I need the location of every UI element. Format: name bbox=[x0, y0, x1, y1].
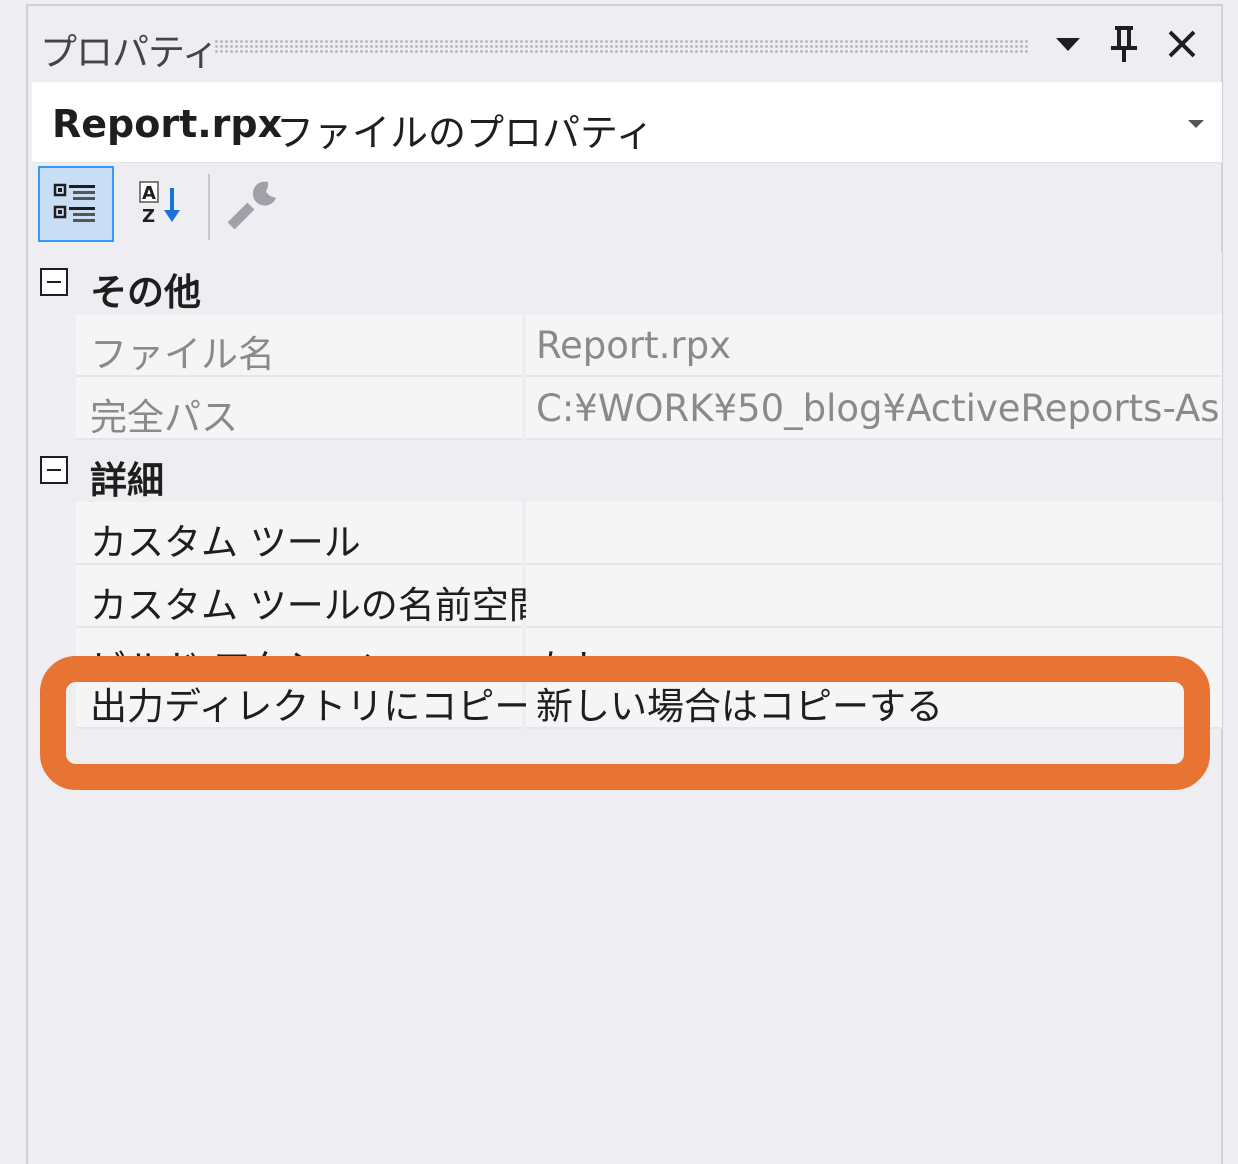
property-row-custom-tool-namespace[interactable]: カスタム ツールの名前空間 bbox=[28, 565, 1222, 628]
object-selector-dropdown[interactable]: Report.rpx ファイルのプロパティ bbox=[32, 82, 1222, 163]
property-value-cell[interactable] bbox=[526, 502, 1222, 565]
categorized-button[interactable] bbox=[38, 166, 114, 242]
svg-text:A: A bbox=[142, 183, 156, 204]
collapse-icon[interactable] bbox=[40, 268, 68, 296]
category-label: その他 bbox=[90, 271, 201, 314]
window-position-button[interactable] bbox=[1048, 22, 1088, 66]
highlight-box bbox=[40, 656, 1210, 790]
property-name: カスタム ツール bbox=[90, 521, 361, 564]
properties-toolbar: A Z bbox=[32, 166, 1222, 250]
selected-object-name: Report.rpx bbox=[52, 102, 283, 146]
close-button[interactable] bbox=[1162, 22, 1202, 66]
alphabetical-button[interactable]: A Z bbox=[122, 166, 198, 242]
property-value-cell[interactable]: C:¥WORK¥50_blog¥ActiveReports-Asp bbox=[526, 377, 1222, 440]
property-name-cell: 完全パス bbox=[76, 377, 522, 440]
categorized-view-icon bbox=[53, 183, 95, 222]
category-details[interactable]: 詳細 bbox=[28, 440, 1222, 502]
property-name-cell: カスタム ツール bbox=[76, 502, 522, 565]
properties-panel: プロパティ Report.rpx ファイルのプロパティ A Z その他 ファイル… bbox=[26, 4, 1223, 1164]
property-name: カスタム ツールの名前空間 bbox=[90, 584, 546, 627]
triangle-down-icon bbox=[1056, 38, 1080, 51]
property-row-custom-tool[interactable]: カスタム ツール bbox=[28, 502, 1222, 565]
category-other[interactable]: その他 bbox=[28, 252, 1222, 314]
property-value-cell[interactable]: Report.rpx bbox=[526, 314, 1222, 377]
svg-text:Z: Z bbox=[142, 206, 155, 227]
collapse-icon[interactable] bbox=[40, 456, 68, 484]
panel-titlebar[interactable]: プロパティ bbox=[28, 6, 1221, 80]
category-label: 詳細 bbox=[90, 459, 164, 502]
property-name: ファイル名 bbox=[90, 333, 275, 376]
property-value: Report.rpx bbox=[536, 324, 732, 367]
chevron-down-icon[interactable] bbox=[1188, 120, 1204, 128]
property-name-cell: ファイル名 bbox=[76, 314, 522, 377]
property-pages-button[interactable] bbox=[216, 166, 292, 242]
drag-grip[interactable] bbox=[214, 39, 1028, 53]
auto-hide-pin-button[interactable] bbox=[1104, 22, 1144, 66]
property-row-fullpath[interactable]: 完全パス C:¥WORK¥50_blog¥ActiveReports-Asp bbox=[28, 377, 1222, 440]
property-value-cell[interactable] bbox=[526, 565, 1222, 628]
panel-title: プロパティ bbox=[40, 31, 219, 74]
selected-object-type: ファイルのプロパティ bbox=[276, 111, 654, 155]
pin-icon bbox=[1111, 26, 1137, 62]
property-value: C:¥WORK¥50_blog¥ActiveReports-Asp bbox=[536, 387, 1222, 430]
property-name-cell: カスタム ツールの名前空間 bbox=[76, 565, 546, 628]
sort-az-icon: A Z bbox=[139, 181, 180, 227]
wrench-icon bbox=[227, 181, 276, 230]
property-name: 完全パス bbox=[90, 396, 238, 439]
property-row-filename[interactable]: ファイル名 Report.rpx bbox=[28, 314, 1222, 377]
toolbar-separator bbox=[208, 174, 210, 240]
close-icon bbox=[1168, 30, 1196, 58]
